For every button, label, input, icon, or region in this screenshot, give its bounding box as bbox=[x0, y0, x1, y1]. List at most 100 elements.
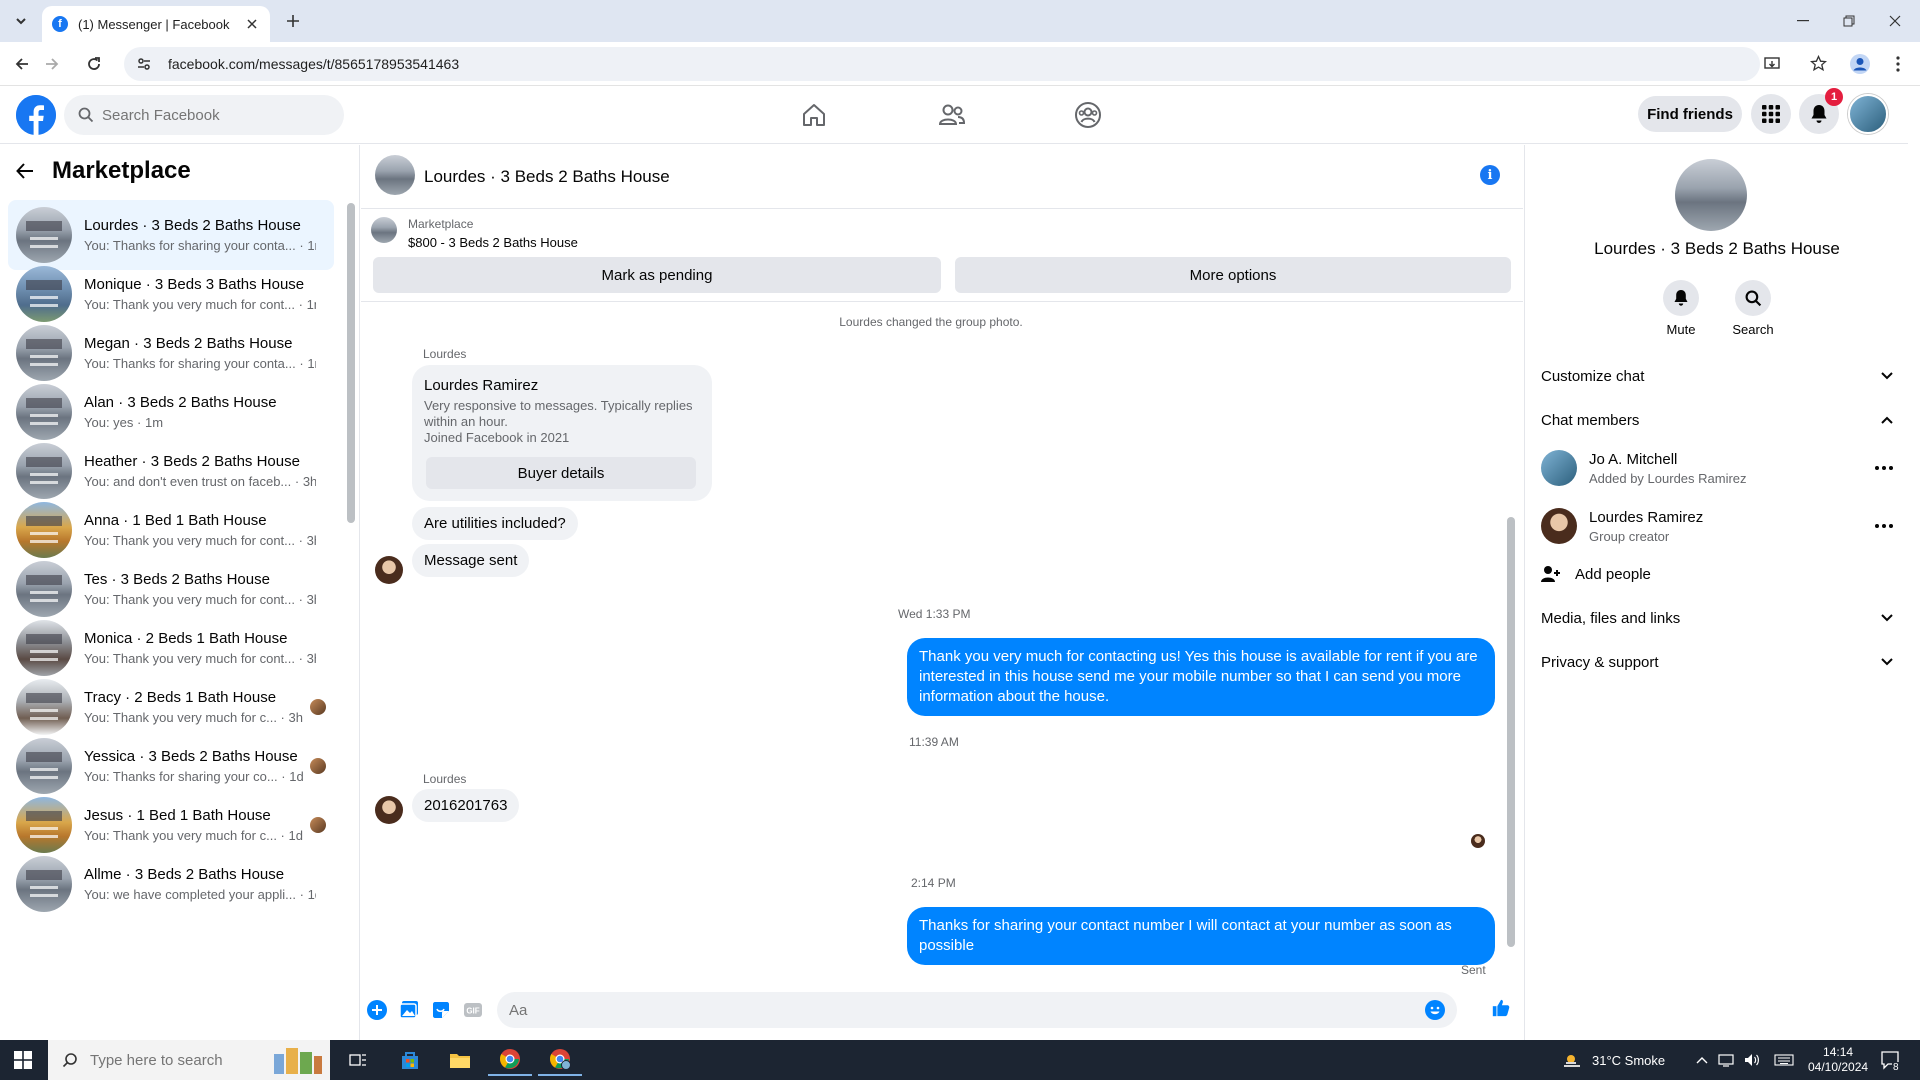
preview-text: You: Thank you very much for cont... bbox=[84, 533, 296, 548]
gif-icon[interactable]: GIF bbox=[463, 1000, 483, 1020]
customize-chat-row[interactable]: Customize chat bbox=[1541, 356, 1893, 396]
add-person-icon bbox=[1541, 565, 1561, 583]
conversation-name: Alan · 3 Beds 2 Baths House bbox=[84, 394, 277, 411]
browser-menu-icon[interactable] bbox=[1886, 52, 1910, 76]
listing-thumbnail bbox=[16, 325, 72, 381]
info-icon[interactable]: i bbox=[1480, 165, 1500, 185]
add-plus-icon[interactable] bbox=[367, 1000, 387, 1020]
sidebar-scroll-thumb[interactable] bbox=[347, 203, 355, 523]
forward-arrow-icon[interactable] bbox=[40, 52, 64, 76]
tab-title: (1) Messenger | Facebook bbox=[78, 16, 230, 32]
close-tab-icon[interactable] bbox=[244, 16, 260, 32]
incoming-message[interactable]: Are utilities included? bbox=[412, 507, 578, 540]
more-options-icon[interactable] bbox=[1875, 524, 1893, 528]
reload-icon[interactable] bbox=[82, 52, 106, 76]
chat-scroll-thumb[interactable] bbox=[1507, 517, 1515, 947]
chat-avatar[interactable] bbox=[375, 155, 415, 195]
conversation-time: 1d bbox=[288, 828, 303, 843]
listing-thumbnail bbox=[16, 561, 72, 617]
separator-dot: · bbox=[291, 474, 303, 489]
search-conversation-button[interactable]: Search bbox=[1723, 280, 1783, 337]
close-window-icon[interactable] bbox=[1872, 0, 1918, 42]
incoming-message[interactable]: Message sent bbox=[412, 544, 530, 577]
chat-scrollbar[interactable] bbox=[1504, 307, 1518, 977]
message-input-box[interactable] bbox=[497, 992, 1457, 1028]
chat-members-row[interactable]: Chat members bbox=[1541, 400, 1893, 440]
emoji-icon[interactable] bbox=[1425, 1000, 1445, 1020]
privacy-support-row[interactable]: Privacy & support bbox=[1541, 642, 1893, 682]
browser-tab-bar: f (1) Messenger | Facebook bbox=[0, 0, 1920, 42]
timestamp: Wed 1:33 PM bbox=[898, 607, 971, 621]
privacy-label: Privacy & support bbox=[1541, 653, 1659, 671]
chevron-up-icon[interactable] bbox=[1696, 1056, 1708, 1064]
taskbar-search-input[interactable] bbox=[90, 1051, 240, 1069]
groups-nav-icon[interactable] bbox=[1064, 96, 1112, 134]
keyboard-icon[interactable] bbox=[1774, 1054, 1794, 1066]
back-arrow-icon[interactable] bbox=[16, 162, 34, 180]
sender-avatar[interactable] bbox=[375, 556, 403, 584]
attach-photo-icon[interactable] bbox=[399, 1000, 419, 1020]
marketplace-listing-strip[interactable]: Marketplace $800 - 3 Beds 2 Baths House bbox=[361, 209, 1523, 254]
member-row[interactable]: Jo A. Mitchell Added by Lourdes Ramirez bbox=[1541, 443, 1893, 493]
timestamp: 11:39 AM bbox=[909, 735, 959, 749]
sender-avatar[interactable] bbox=[375, 796, 403, 824]
home-nav-icon[interactable] bbox=[790, 96, 838, 134]
facebook-search-input[interactable] bbox=[102, 106, 302, 124]
sidebar-scrollbar[interactable] bbox=[345, 193, 357, 1037]
account-avatar[interactable] bbox=[1848, 94, 1888, 134]
install-app-icon[interactable] bbox=[1764, 56, 1780, 72]
tab-search-icon[interactable] bbox=[10, 10, 32, 32]
customize-chat-label: Customize chat bbox=[1541, 367, 1645, 385]
bookmark-star-icon[interactable] bbox=[1810, 55, 1827, 72]
thumbs-up-icon[interactable] bbox=[1491, 998, 1511, 1018]
system-tray-icons[interactable] bbox=[1696, 1040, 1794, 1080]
minimize-icon[interactable] bbox=[1780, 0, 1826, 42]
member-row[interactable]: Lourdes Ramirez Group creator bbox=[1541, 501, 1893, 551]
url-bar[interactable]: facebook.com/messages/t/8565178953541463 bbox=[124, 47, 1827, 81]
back-arrow-icon[interactable] bbox=[10, 52, 34, 76]
weather-widget[interactable]: 31°C Smoke bbox=[1562, 1040, 1665, 1080]
clock[interactable]: 14:14 04/10/2024 bbox=[1808, 1040, 1868, 1080]
notification-center-icon[interactable]: 8 bbox=[1880, 1040, 1900, 1080]
menu-grid-icon[interactable] bbox=[1751, 94, 1791, 134]
more-options-icon[interactable] bbox=[1875, 466, 1893, 470]
browser-tab[interactable]: f (1) Messenger | Facebook bbox=[42, 6, 270, 42]
message-input[interactable] bbox=[509, 1001, 1389, 1019]
mute-button[interactable]: Mute bbox=[1651, 280, 1711, 337]
restore-icon[interactable] bbox=[1826, 0, 1872, 42]
separator-dot: · bbox=[133, 415, 145, 430]
windows-start-icon[interactable] bbox=[14, 1051, 32, 1069]
incoming-message[interactable]: 2016201763 bbox=[412, 789, 520, 822]
facebook-logo-icon[interactable] bbox=[16, 95, 56, 135]
file-explorer-icon[interactable] bbox=[438, 1044, 482, 1076]
volume-icon[interactable] bbox=[1744, 1053, 1760, 1067]
chat-title[interactable]: Lourdes · 3 Beds 2 Baths House bbox=[424, 167, 670, 187]
friends-nav-icon[interactable] bbox=[928, 96, 976, 134]
facebook-search[interactable] bbox=[64, 95, 344, 135]
outgoing-message[interactable]: Thank you very much for contacting us! Y… bbox=[907, 638, 1495, 716]
member-subtitle: Added by Lourdes Ramirez bbox=[1589, 470, 1747, 486]
media-files-links-row[interactable]: Media, files and links bbox=[1541, 598, 1893, 638]
conversation-item[interactable]: Allme · 3 Beds 2 Baths House You: we have… bbox=[8, 849, 334, 919]
task-view-icon[interactable] bbox=[336, 1044, 380, 1076]
find-friends-button[interactable]: Find friends bbox=[1638, 96, 1742, 132]
url-text[interactable]: facebook.com/messages/t/8565178953541463 bbox=[168, 56, 459, 72]
buyer-details-button[interactable]: Buyer details bbox=[426, 457, 696, 489]
site-info-icon[interactable] bbox=[136, 56, 152, 72]
sticker-icon[interactable] bbox=[431, 1000, 451, 1020]
outgoing-message[interactable]: Thanks for sharing your contact number I… bbox=[907, 907, 1495, 965]
listing-thumbnail bbox=[16, 384, 72, 440]
preview-text: You: Thank you very much for cont... bbox=[84, 592, 296, 607]
profile-icon[interactable] bbox=[1848, 52, 1872, 76]
network-icon[interactable] bbox=[1718, 1053, 1734, 1067]
store-icon[interactable] bbox=[388, 1044, 432, 1076]
divider bbox=[361, 301, 1523, 302]
chrome-profile-taskbar-icon[interactable] bbox=[538, 1044, 582, 1076]
new-tab-icon[interactable] bbox=[282, 10, 304, 32]
mark-as-pending-button[interactable]: Mark as pending bbox=[373, 257, 941, 293]
chrome-taskbar-icon[interactable] bbox=[488, 1044, 532, 1076]
taskbar-search[interactable] bbox=[48, 1040, 330, 1080]
more-options-button[interactable]: More options bbox=[955, 257, 1511, 293]
add-people-row[interactable]: Add people bbox=[1541, 554, 1893, 594]
group-photo[interactable] bbox=[1675, 159, 1747, 231]
